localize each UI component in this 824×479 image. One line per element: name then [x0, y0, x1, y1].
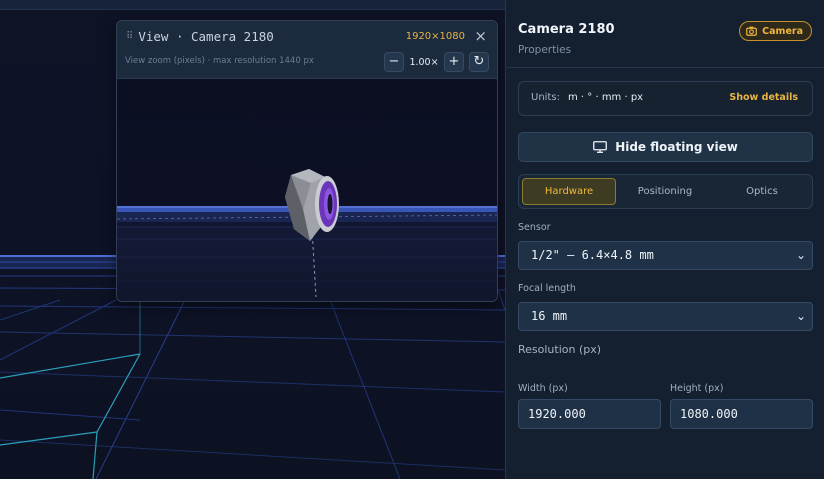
- resolution-badge: 1920×1080: [405, 31, 465, 42]
- height-label: Height (px): [670, 383, 724, 394]
- minus-icon: −: [388, 54, 400, 69]
- show-details-link[interactable]: Show details: [729, 92, 798, 103]
- plus-icon: +: [448, 54, 460, 69]
- width-input[interactable]: 1920.000: [518, 399, 661, 429]
- resolution-heading: Resolution (px): [518, 343, 602, 356]
- hex-nut-model: [285, 169, 339, 241]
- zoom-out-button[interactable]: −: [384, 52, 404, 72]
- focal-length-value: 16 mm: [531, 309, 568, 323]
- tab-optics[interactable]: Optics: [715, 178, 809, 205]
- badge-label: Camera: [762, 25, 803, 37]
- focal-length-label: Focal length: [518, 283, 576, 294]
- zoom-controls: − 1.00× + ↻: [384, 52, 489, 72]
- camera-scene: [117, 169, 497, 298]
- chevron-down-icon: ⌄: [795, 309, 806, 323]
- focal-length-select[interactable]: 16 mm ⌄: [518, 302, 813, 331]
- zoom-value: 1.00×: [409, 56, 439, 68]
- panel-title: Camera 2180: [518, 22, 615, 37]
- tab-positioning-label: Positioning: [637, 186, 693, 197]
- zoom-in-button[interactable]: +: [444, 52, 464, 72]
- tab-hardware[interactable]: Hardware: [522, 178, 616, 205]
- drag-handle-icon[interactable]: ⠿: [126, 31, 133, 42]
- width-value: 1920.000: [528, 407, 586, 421]
- floating-view-title: View · Camera 2180: [138, 29, 274, 44]
- close-icon[interactable]: ×: [474, 27, 487, 45]
- camera-type-badge: Camera: [739, 21, 812, 41]
- tab-positioning[interactable]: Positioning: [618, 178, 712, 205]
- units-value: m · ° · mm · px: [568, 92, 644, 103]
- property-tabs: Hardware Positioning Optics: [518, 174, 813, 209]
- reset-icon: ↻: [473, 54, 485, 69]
- sensor-select[interactable]: 1/2" — 6.4×4.8 mm ⌄: [518, 241, 813, 270]
- monitor-icon: [593, 141, 608, 153]
- chevron-down-icon: ⌄: [795, 248, 806, 262]
- floating-view-subtitle: View zoom (pixels) · max resolution 1440…: [125, 56, 314, 66]
- panel-header: Camera 2180 Properties Camera: [506, 0, 824, 68]
- units-box: Units: m · ° · mm · px Show details: [518, 81, 813, 116]
- hide-floating-view-label: Hide floating view: [615, 140, 738, 154]
- floating-view-header[interactable]: ⠿ View · Camera 2180 1920×1080 × View zo…: [117, 21, 497, 79]
- camera-icon: [746, 26, 758, 36]
- panel-subtitle: Properties: [518, 44, 572, 56]
- floating-camera-view[interactable]: ⠿ View · Camera 2180 1920×1080 × View zo…: [116, 20, 498, 302]
- properties-panel: Camera 2180 Properties Camera Units: m ·…: [505, 0, 824, 479]
- hide-floating-view-button[interactable]: Hide floating view: [518, 132, 813, 162]
- height-value: 1080.000: [680, 407, 738, 421]
- width-label: Width (px): [518, 383, 568, 394]
- camera-render[interactable]: [117, 79, 497, 301]
- height-input[interactable]: 1080.000: [670, 399, 813, 429]
- tab-hardware-label: Hardware: [544, 186, 594, 197]
- sensor-label: Sensor: [518, 222, 551, 233]
- units-label: Units:: [531, 92, 560, 103]
- tab-optics-label: Optics: [746, 186, 778, 197]
- sensor-value: 1/2" — 6.4×4.8 mm: [531, 248, 654, 262]
- reset-zoom-button[interactable]: ↻: [469, 52, 489, 72]
